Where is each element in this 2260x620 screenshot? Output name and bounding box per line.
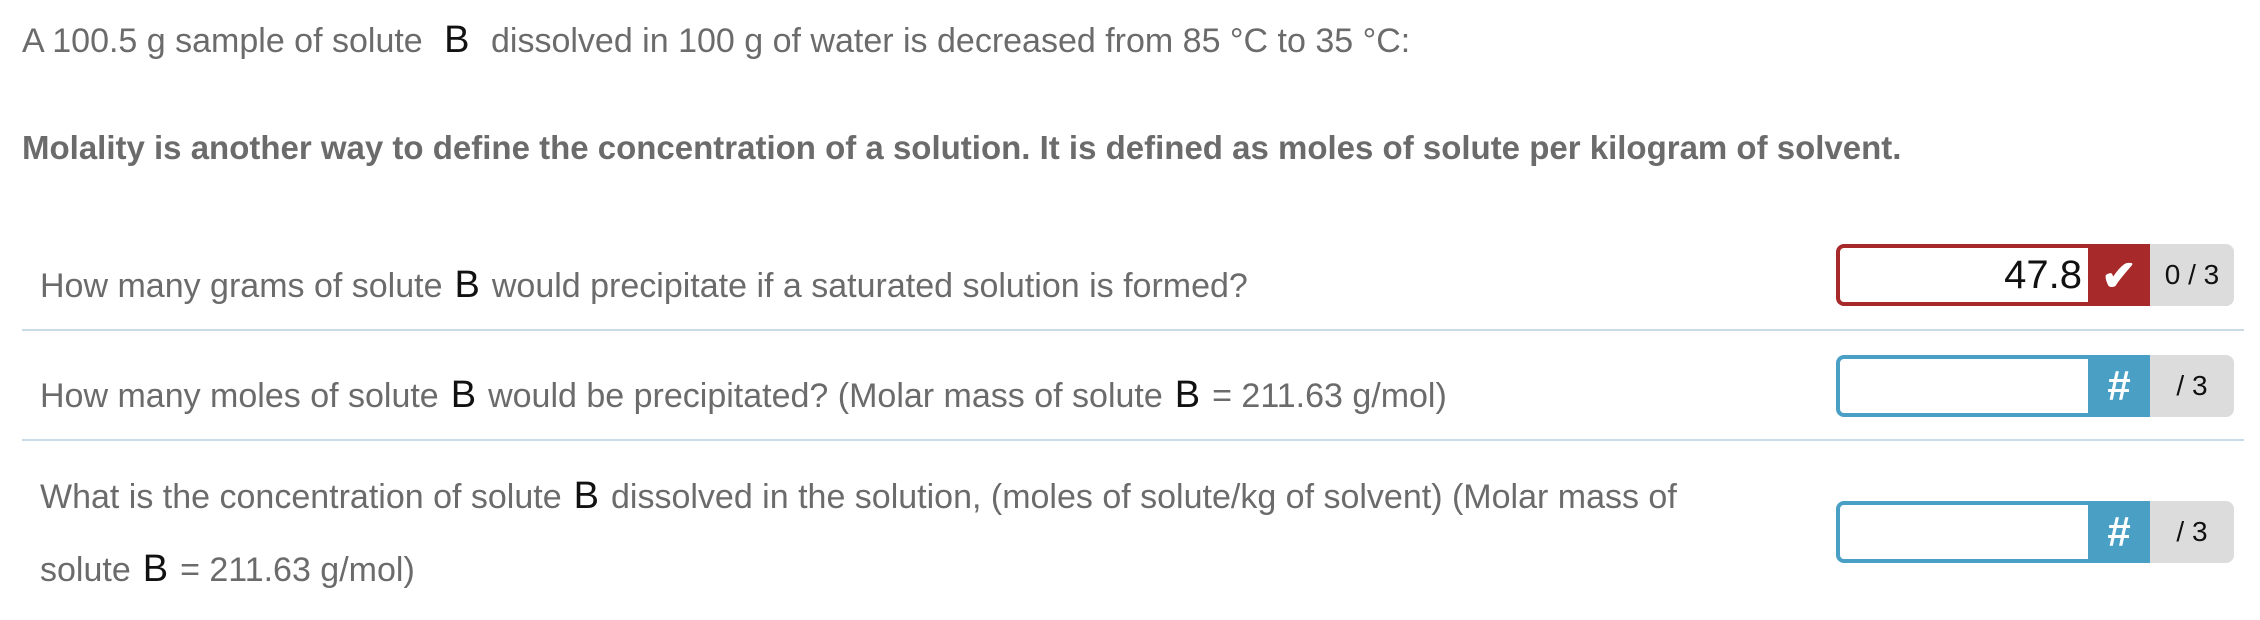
- question-3-text: What is the concentration of solute Bdiss…: [40, 475, 1677, 590]
- answer-input-2[interactable]: [1836, 355, 2088, 417]
- hash-icon: #: [2088, 355, 2150, 417]
- solute-variable: B: [450, 374, 477, 416]
- question-2-text: How many moles of solute Bwould be precip…: [40, 374, 1447, 416]
- answer-input-1[interactable]: [1836, 244, 2088, 306]
- answer-box-2: # / 3: [1836, 355, 2234, 417]
- score-badge-1: 0 / 3: [2150, 244, 2234, 306]
- intro-prefix: A 100.5 g sample of solute: [22, 22, 423, 60]
- problem-statement: A 100.5 g sample of solute B dissolved i…: [22, 16, 1410, 65]
- solute-variable: B: [444, 19, 470, 61]
- intro-suffix: dissolved in 100 g of water is decreased…: [490, 22, 1411, 60]
- hash-icon: #: [2088, 501, 2150, 563]
- solute-variable: B: [454, 264, 480, 306]
- solute-variable: B: [1174, 374, 1201, 416]
- solute-variable: B: [573, 475, 599, 517]
- checkmark-icon: ✔: [2088, 244, 2150, 306]
- answer-box-3: # / 3: [1836, 501, 2234, 563]
- row-divider: [22, 329, 2244, 331]
- solute-variable: B: [142, 548, 169, 590]
- score-badge-3: / 3: [2150, 501, 2234, 563]
- answer-input-3[interactable]: [1836, 501, 2088, 563]
- row-divider: [22, 439, 2244, 441]
- score-badge-2: / 3: [2150, 355, 2234, 417]
- question-1-text: How many grams of solute Bwould precipita…: [40, 264, 1248, 306]
- molality-note: Molality is another way to define the co…: [22, 129, 1902, 166]
- answer-box-1: ✔ 0 / 3: [1836, 244, 2234, 306]
